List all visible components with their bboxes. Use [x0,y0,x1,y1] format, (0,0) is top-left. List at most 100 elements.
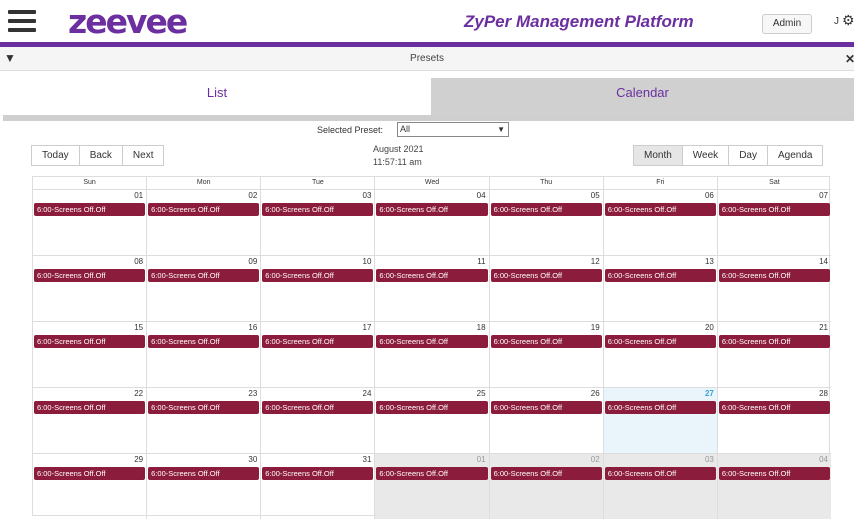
day-number[interactable]: 16 [248,323,257,332]
day-number[interactable]: 01 [477,455,486,464]
day-cell[interactable]: 16 6:00-Screens Off.Off [146,322,260,387]
day-cell[interactable]: 21 6:00-Screens Off.Off [716,322,831,387]
today-button[interactable]: Today [31,145,80,166]
event-chip[interactable]: 6:00-Screens Off.Off [376,335,488,348]
day-number[interactable]: 31 [363,455,372,464]
event-chip[interactable]: 6:00-Screens Off.Off [34,269,146,282]
view-week-button[interactable]: Week [681,145,730,166]
day-cell[interactable]: 13 6:00-Screens Off.Off [602,256,717,321]
day-number[interactable]: 26 [591,389,600,398]
day-cell[interactable]: 02 6:00-Screens Off.Off [488,454,603,519]
day-number[interactable]: 04 [819,455,828,464]
event-chip[interactable]: 6:00-Screens Off.Off [262,203,374,216]
day-cell[interactable]: 01 6:00-Screens Off.Off [33,190,146,255]
day-cell[interactable]: 02 6:00-Screens Off.Off [146,190,260,255]
event-chip[interactable]: 6:00-Screens Off.Off [148,335,260,348]
day-number[interactable]: 30 [248,455,257,464]
day-cell[interactable]: 18 6:00-Screens Off.Off [374,322,488,387]
day-cell[interactable]: 29 6:00-Screens Off.Off [33,454,146,519]
day-number[interactable]: 02 [591,455,600,464]
day-number[interactable]: 04 [477,191,486,200]
day-number[interactable]: 06 [705,191,714,200]
event-chip[interactable]: 6:00-Screens Off.Off [718,467,830,480]
day-cell[interactable]: 31 6:00-Screens Off.Off [260,454,374,519]
day-cell[interactable]: 15 6:00-Screens Off.Off [33,322,146,387]
day-cell[interactable]: 28 6:00-Screens Off.Off [716,388,831,453]
event-chip[interactable]: 6:00-Screens Off.Off [148,269,260,282]
day-number[interactable]: 02 [248,191,257,200]
event-chip[interactable]: 6:00-Screens Off.Off [34,467,146,480]
event-chip[interactable]: 6:00-Screens Off.Off [262,335,374,348]
day-number[interactable]: 09 [248,257,257,266]
day-number[interactable]: 10 [363,257,372,266]
day-number[interactable]: 27 [705,389,714,398]
event-chip[interactable]: 6:00-Screens Off.Off [376,401,488,414]
event-chip[interactable]: 6:00-Screens Off.Off [490,335,602,348]
event-chip[interactable]: 6:00-Screens Off.Off [148,203,260,216]
day-number[interactable]: 15 [134,323,143,332]
day-cell[interactable]: 20 6:00-Screens Off.Off [602,322,717,387]
day-cell[interactable]: 10 6:00-Screens Off.Off [260,256,374,321]
view-agenda-button[interactable]: Agenda [766,145,824,166]
day-number[interactable]: 17 [363,323,372,332]
event-chip[interactable]: 6:00-Screens Off.Off [34,203,146,216]
event-chip[interactable]: 6:00-Screens Off.Off [604,269,716,282]
preset-select[interactable]: All ▼ [397,122,509,137]
day-cell[interactable]: 23 6:00-Screens Off.Off [146,388,260,453]
event-chip[interactable]: 6:00-Screens Off.Off [604,203,716,216]
day-number[interactable]: 14 [819,257,828,266]
day-number[interactable]: 01 [134,191,143,200]
event-chip[interactable]: 6:00-Screens Off.Off [262,401,374,414]
event-chip[interactable]: 6:00-Screens Off.Off [376,203,488,216]
event-chip[interactable]: 6:00-Screens Off.Off [718,335,830,348]
event-chip[interactable]: 6:00-Screens Off.Off [376,269,488,282]
day-cell[interactable]: 09 6:00-Screens Off.Off [146,256,260,321]
event-chip[interactable]: 6:00-Screens Off.Off [604,401,716,414]
event-chip[interactable]: 6:00-Screens Off.Off [490,269,602,282]
day-cell[interactable]: 05 6:00-Screens Off.Off [488,190,603,255]
day-number[interactable]: 19 [591,323,600,332]
day-number[interactable]: 11 [477,257,485,266]
menu-icon[interactable] [8,10,36,32]
day-number[interactable]: 25 [477,389,486,398]
event-chip[interactable]: 6:00-Screens Off.Off [262,269,374,282]
day-cell[interactable]: 01 6:00-Screens Off.Off [374,454,489,519]
day-number[interactable]: 29 [134,455,143,464]
day-number[interactable]: 03 [363,191,372,200]
day-cell[interactable]: 19 6:00-Screens Off.Off [488,322,603,387]
event-chip[interactable]: 6:00-Screens Off.Off [718,269,830,282]
day-cell[interactable]: 04 6:00-Screens Off.Off [374,190,488,255]
day-number[interactable]: 22 [134,389,143,398]
event-chip[interactable]: 6:00-Screens Off.Off [604,335,716,348]
event-chip[interactable]: 6:00-Screens Off.Off [718,203,830,216]
day-number[interactable]: 21 [819,323,828,332]
day-cell[interactable]: 30 6:00-Screens Off.Off [146,454,260,519]
event-chip[interactable]: 6:00-Screens Off.Off [376,467,488,480]
day-cell[interactable]: 08 6:00-Screens Off.Off [33,256,146,321]
day-cell[interactable]: 14 6:00-Screens Off.Off [716,256,831,321]
tab-calendar[interactable]: Calendar [431,78,854,115]
event-chip[interactable]: 6:00-Screens Off.Off [148,467,260,480]
day-cell[interactable]: 11 6:00-Screens Off.Off [374,256,488,321]
day-number[interactable]: 28 [819,389,828,398]
back-button[interactable]: Back [78,145,123,166]
event-chip[interactable]: 6:00-Screens Off.Off [490,203,602,216]
admin-button[interactable]: Admin [762,14,812,34]
view-month-button[interactable]: Month [633,145,683,166]
day-number[interactable]: 07 [819,191,828,200]
day-cell[interactable]: 04 6:00-Screens Off.Off [716,454,831,519]
view-day-button[interactable]: Day [728,145,768,166]
event-chip[interactable]: 6:00-Screens Off.Off [490,467,602,480]
day-cell[interactable]: 27 6:00-Screens Off.Off [602,388,717,453]
day-cell[interactable]: 22 6:00-Screens Off.Off [33,388,146,453]
day-cell[interactable]: 24 6:00-Screens Off.Off [260,388,374,453]
day-cell[interactable]: 25 6:00-Screens Off.Off [374,388,488,453]
next-button[interactable]: Next [121,145,165,166]
event-chip[interactable]: 6:00-Screens Off.Off [34,401,146,414]
event-chip[interactable]: 6:00-Screens Off.Off [262,467,374,480]
day-number[interactable]: 03 [705,455,714,464]
event-chip[interactable]: 6:00-Screens Off.Off [490,401,602,414]
day-number[interactable]: 20 [705,323,714,332]
day-cell[interactable]: 26 6:00-Screens Off.Off [488,388,603,453]
day-cell[interactable]: 07 6:00-Screens Off.Off [716,190,831,255]
